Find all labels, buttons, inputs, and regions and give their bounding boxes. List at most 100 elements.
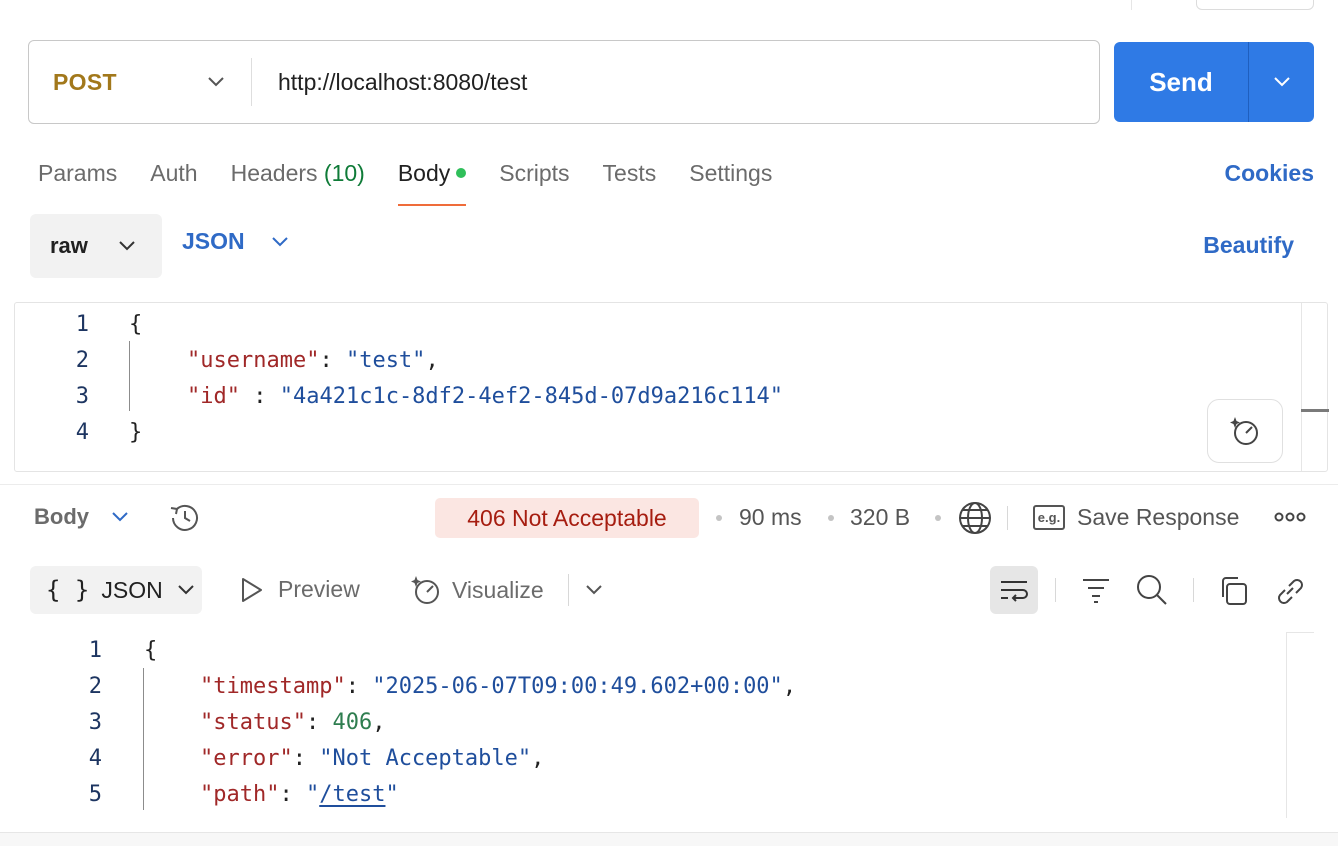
link-icon[interactable] [1273, 574, 1307, 608]
code-line: 5 "path": "/test " [0, 776, 399, 812]
body-type-select[interactable]: raw [30, 214, 162, 278]
code-line: 4 "error": "Not Acceptable", [0, 740, 545, 776]
response-format-label: JSON [101, 576, 163, 603]
history-icon[interactable] [168, 502, 202, 534]
open-brace: { [129, 311, 143, 337]
code-line: 3 "status": 406, [0, 704, 386, 740]
tab-body[interactable]: Body [397, 150, 467, 206]
wrap-lines-icon [1001, 581, 1028, 602]
search-icon[interactable] [1135, 573, 1169, 607]
request-tabs: Params Auth Headers (10) Body Scripts Te… [38, 150, 805, 206]
toolbar-divider [1055, 578, 1056, 602]
json-number: 406 [332, 709, 373, 735]
tab-auth[interactable]: Auth [150, 150, 197, 206]
wrap-lines-button[interactable] [990, 566, 1038, 614]
json-key: "timestamp" [200, 673, 346, 699]
line-number: 2 [88, 673, 102, 699]
visualize-button[interactable]: Visualize [410, 574, 544, 606]
filter-icon[interactable] [1081, 576, 1111, 604]
section-divider [0, 484, 1338, 485]
more-options-icon[interactable] [1274, 507, 1306, 527]
tab-settings[interactable]: Settings [689, 150, 772, 206]
body-language-select[interactable]: JSON [182, 228, 289, 255]
toolbar-divider [1007, 506, 1008, 530]
tab-tests[interactable]: Tests [603, 150, 657, 206]
copy-icon[interactable] [1218, 575, 1250, 607]
globe-icon[interactable] [958, 500, 992, 536]
toolbar-divider [568, 574, 569, 606]
json-key: "id" [187, 383, 240, 409]
preview-button[interactable]: Preview [240, 576, 360, 603]
code-line: 2 "username": "test", [15, 342, 439, 378]
json-string: "Not Acceptable" [319, 745, 532, 771]
request-body-editor[interactable]: 1{ 2 "username": "test", 3 "id" : "4a421c1… [14, 302, 1329, 472]
response-size[interactable]: 320 B [850, 504, 910, 531]
code-line: 1{ [15, 306, 143, 342]
path-link[interactable]: /test [319, 782, 385, 807]
json-key: "error" [200, 745, 293, 771]
sparkle-gauge-icon [1230, 417, 1258, 445]
beautify-button[interactable]: Beautify [1203, 232, 1294, 259]
line-number: 3 [75, 383, 89, 409]
save-response-button[interactable]: Save Response [1077, 504, 1239, 531]
send-group: Send [1114, 42, 1314, 122]
json-string: "2025-06-07T09:00:49.602+00:00" [372, 673, 783, 699]
chevron-down-icon [271, 236, 288, 246]
sparkle-gauge-icon [411, 576, 439, 604]
code-line: 1{ [0, 632, 158, 668]
body-modified-dot [456, 167, 467, 178]
tab-label: Tests [602, 160, 657, 186]
json-key: "status" [200, 709, 306, 735]
line-number: 4 [88, 745, 102, 771]
chevron-down-icon [119, 241, 135, 251]
editor-scrollbar-thumb[interactable] [1301, 409, 1329, 412]
code-line: 4} [15, 414, 143, 450]
separator-dot [828, 515, 834, 521]
tab-label: Scripts [499, 160, 570, 186]
request-bar: POST [28, 40, 1100, 124]
json-string: "test" [345, 347, 426, 373]
close-brace: } [129, 419, 143, 445]
url-input[interactable] [252, 41, 1099, 123]
preview-label: Preview [278, 576, 360, 602]
tab-params[interactable]: Params [38, 150, 117, 206]
top-divider [1131, 0, 1132, 10]
tab-scripts[interactable]: Scripts [499, 150, 569, 206]
chevron-down-icon [177, 585, 194, 595]
response-format-select[interactable]: { } JSON [30, 566, 202, 614]
status-badge[interactable]: 406 Not Acceptable [435, 498, 699, 538]
code-line: 2 "timestamp": "2025-06-07T09:00:49.602+0… [0, 668, 796, 704]
code-line: 3 "id" : "4a421c1c-8df2-4ef2-845d-07d9a21… [15, 378, 783, 414]
line-number: 4 [75, 419, 89, 445]
tab-label: Headers [230, 160, 318, 186]
ai-assist-button[interactable] [1207, 399, 1283, 463]
chevron-down-icon[interactable] [584, 578, 604, 602]
play-icon [242, 577, 262, 602]
indent-guide [143, 668, 144, 810]
example-icon[interactable]: e.g. [1033, 505, 1065, 530]
line-number: 1 [75, 311, 89, 337]
line-number: 2 [75, 347, 89, 373]
status-bar [0, 833, 1338, 846]
json-key: "path" [200, 781, 280, 807]
top-clipped-button[interactable] [1196, 0, 1314, 10]
response-body-viewer[interactable]: 1{ 2 "timestamp": "2025-06-07T09:00:49.60… [0, 632, 1338, 832]
editor-scrollbar-track[interactable] [1301, 303, 1302, 471]
line-number: 1 [88, 637, 102, 663]
headers-count-badge: (10) [323, 160, 365, 186]
json-string: "4a421c1c-8df2-4ef2-845d-07d9a216c114" [279, 383, 784, 409]
response-time[interactable]: 90 ms [739, 504, 802, 531]
response-view-select[interactable]: Body [34, 504, 129, 530]
tab-label: Params [38, 160, 118, 186]
method-label: POST [53, 68, 117, 95]
chevron-down-icon [208, 77, 224, 87]
visualize-label: Visualize [452, 576, 544, 603]
method-select[interactable]: POST [29, 41, 251, 123]
tab-headers[interactable]: Headers (10) [231, 150, 365, 206]
send-button[interactable]: Send [1114, 42, 1248, 122]
send-options-button[interactable] [1249, 42, 1314, 122]
cookies-link[interactable]: Cookies [1225, 160, 1314, 187]
indent-guide [129, 341, 130, 411]
line-number: 3 [88, 709, 102, 735]
viewer-scrollbar-track[interactable] [1286, 632, 1287, 818]
